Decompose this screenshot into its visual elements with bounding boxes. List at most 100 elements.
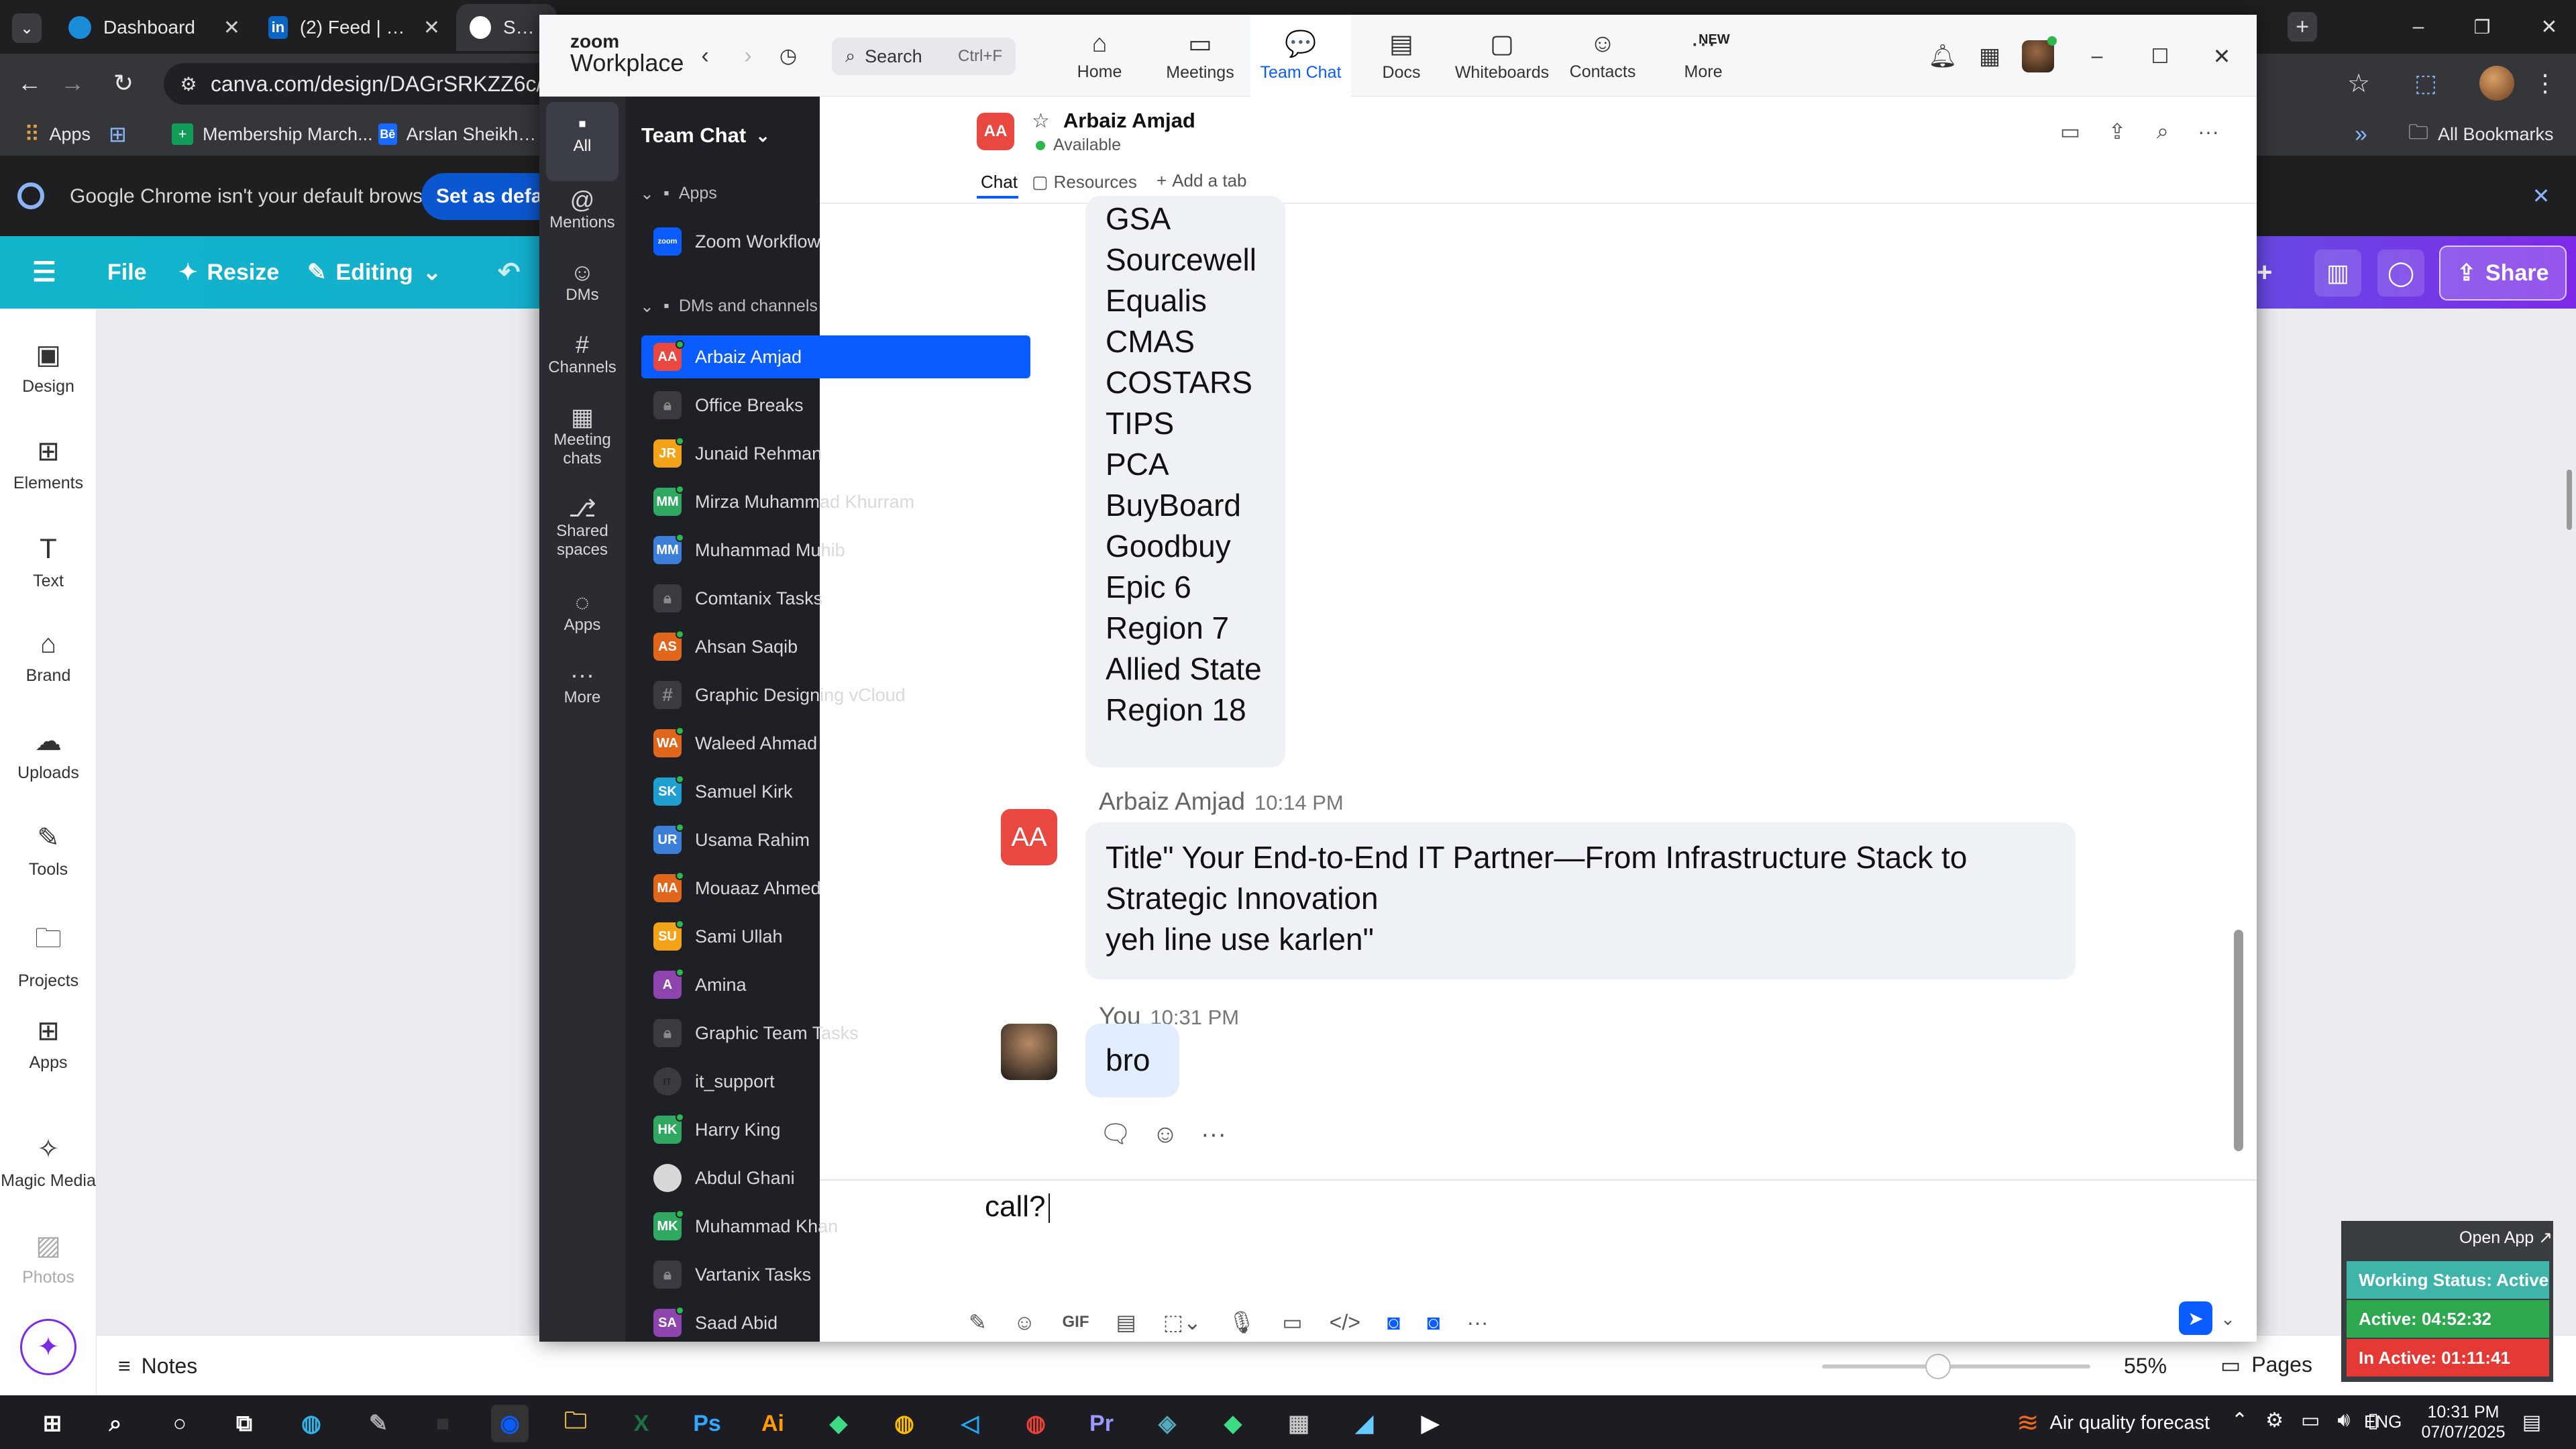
rail-all[interactable]: ▪ All (539, 111, 625, 156)
open-app-link[interactable]: Open App ↗ (2459, 1228, 2553, 1248)
nav-meetings[interactable]: ▭ Meetings (1150, 15, 1250, 97)
section-dms-header[interactable]: ⌄ ▪ DMs and channels (640, 297, 818, 317)
zoom-icon[interactable]: ◉ (491, 1405, 529, 1442)
app-icon-1[interactable]: ◙ (1387, 1310, 1400, 1335)
sender-name[interactable]: Arbaiz Amjad (1099, 788, 1245, 816)
list-title[interactable]: Team Chat ⌄ (641, 123, 770, 148)
back-icon[interactable]: ← (13, 67, 46, 99)
browser-tab-dashboard[interactable]: Dashboard ✕ (55, 4, 254, 51)
canva-menu-icon[interactable]: ☰ (32, 236, 56, 309)
sidebar-magic-media[interactable]: ✧ Magic Media (0, 1134, 97, 1191)
rail-apps[interactable]: ◌ Apps (539, 590, 625, 635)
sidebar-text[interactable]: T Text (0, 533, 97, 591)
history-icon[interactable]: ◷ (774, 42, 802, 70)
list-item-comtanix-tasks[interactable]: 🔒︎ Comtanix Tasks (641, 577, 1030, 620)
bookmark-star-icon[interactable]: ☆ (2341, 66, 2376, 101)
set-default-button[interactable]: Set as default (421, 173, 549, 220)
close-icon[interactable]: ✕ (223, 16, 240, 40)
tray-app-icon[interactable]: ⚙ (2265, 1409, 2284, 1432)
sidebar-tools[interactable]: ✎ Tools (0, 822, 97, 879)
comment-icon[interactable]: ◯ (2377, 250, 2424, 297)
illustrator-icon[interactable]: Ai (754, 1405, 792, 1442)
file-explorer-icon[interactable]: 🗀 (557, 1405, 594, 1442)
canva-scrollbar[interactable] (2567, 470, 2572, 530)
close-icon[interactable]: ✕ (423, 16, 440, 40)
bookmark-apps[interactable]: ⠿ Apps (24, 113, 91, 156)
reply-thread-icon[interactable]: 🗨︎ (1097, 1116, 1134, 1152)
star-icon[interactable]: ☆ (1032, 109, 1050, 133)
reload-icon[interactable]: ↻ (107, 67, 140, 99)
app-blue-icon[interactable]: ◢ (1346, 1405, 1383, 1442)
contact-avatar[interactable]: AA (977, 113, 1014, 150)
close-window-icon[interactable]: ✕ (2529, 12, 2569, 42)
rail-more[interactable]: ··· More (539, 663, 625, 707)
forward-icon[interactable]: → (56, 67, 89, 99)
send-options-icon[interactable]: ⌄ (2216, 1305, 2239, 1332)
calendar-icon[interactable]: ▦ (1975, 42, 2004, 71)
more-actions-icon[interactable]: ··· (1195, 1116, 1232, 1152)
insights-chart-icon[interactable]: ▥ (2314, 250, 2361, 297)
restore-window-icon[interactable]: ❐ (2462, 12, 2502, 42)
list-item-arbaiz-amjad[interactable]: AA Arbaiz Amjad (641, 335, 1030, 378)
nav-whiteboards[interactable]: ▢ Whiteboards (1452, 15, 1552, 97)
zoom-slider-track[interactable] (1822, 1364, 2090, 1368)
bookmark-grid[interactable]: ⊞ (109, 113, 127, 156)
screenshot-icon[interactable]: ⬚⌄ (1163, 1309, 1201, 1335)
nav-more[interactable]: ··· More (1653, 15, 1754, 97)
add-reaction-icon[interactable]: ☺ (1147, 1116, 1183, 1152)
rail-channels[interactable]: # Channels (539, 333, 625, 377)
bell-icon[interactable]: 🔔︎ (1928, 42, 1957, 71)
rail-mentions[interactable]: @ Mentions (539, 188, 625, 232)
vscode-icon[interactable]: ◁ (951, 1405, 989, 1442)
cortana-icon[interactable]: ○ (161, 1405, 199, 1442)
list-item-saad-abid[interactable]: SA Saad Abid (641, 1301, 1030, 1342)
language-indicator[interactable]: ENG (2364, 1411, 2402, 1432)
undo-icon[interactable]: ↶ (498, 236, 521, 309)
windows-start-icon[interactable]: ⊞ (34, 1405, 71, 1442)
search-icon[interactable]: ⌕ (2148, 117, 2178, 146)
profile-avatar[interactable] (2479, 66, 2514, 101)
tab-search-button[interactable]: ⌄ (12, 13, 42, 43)
list-item-graphic-team-tasks[interactable]: 🔒︎ Graphic Team Tasks (641, 1012, 1030, 1055)
weather-widget[interactable]: ≋ Air quality forecast (2017, 1407, 2210, 1438)
list-item-ahsan-saqib[interactable]: AS Ahsan Saqib (641, 625, 1030, 668)
excel-icon[interactable]: X (623, 1405, 660, 1442)
chat-scrollbar[interactable] (2234, 930, 2243, 1151)
premiere-icon[interactable]: Pr (1083, 1405, 1120, 1442)
tab-resources[interactable]: ▢ Resources (1032, 172, 1137, 193)
add-icon[interactable]: + (2257, 236, 2272, 309)
minimize-window-icon[interactable]: – (2398, 12, 2438, 42)
maximize-window-icon[interactable]: ☐ (2145, 42, 2175, 71)
chrome-menu-icon[interactable]: ⋮ (2528, 66, 2563, 101)
back-icon[interactable]: ‹ (691, 42, 719, 70)
task-view-icon[interactable]: ⧉ (225, 1405, 263, 1442)
list-item-muhammad-khan[interactable]: MK Muhammad Khan (641, 1205, 1030, 1248)
bookmark-membership[interactable]: + Membership March... (172, 113, 373, 156)
list-item-mouaaz-ahmed[interactable]: MA Mouaaz Ahmed (641, 867, 1030, 910)
zoom-level[interactable]: 55% (2124, 1354, 2167, 1379)
site-info-icon[interactable]: ⚙ (176, 71, 201, 97)
sidebar-uploads[interactable]: ☁ Uploads (0, 726, 97, 783)
sidebar-elements[interactable]: ⊞ Elements (0, 436, 97, 493)
media-player-icon[interactable]: ▶ (1411, 1405, 1449, 1442)
list-item-usama-rahim[interactable]: UR Usama Rahim (641, 818, 1030, 861)
new-tab-button[interactable]: + (2288, 12, 2317, 42)
nav-contacts[interactable]: ☺ Contacts (1552, 15, 1653, 97)
more-options-icon[interactable]: ··· (2194, 117, 2223, 146)
extensions-icon[interactable]: ⬚ (2408, 66, 2443, 101)
app-teal-icon[interactable]: ◈ (1148, 1405, 1186, 1442)
list-item-muhammad-muhib[interactable]: MM Muhammad Muhib (641, 529, 1030, 572)
search-icon[interactable]: ⌕ (97, 1405, 134, 1442)
chrome-profile-icon[interactable]: ◍ (1017, 1405, 1055, 1442)
list-item-office-breaks[interactable]: 🔒︎ Office Breaks (641, 384, 1030, 427)
tab-add[interactable]: + Add a tab (1157, 170, 1247, 191)
nav-team-chat[interactable]: 💬 Team Chat (1250, 15, 1351, 97)
pen-icon[interactable]: ✎ (360, 1405, 397, 1442)
chevron-up-icon[interactable]: ⌃ (2231, 1409, 2248, 1432)
list-item-junaid-rehman[interactable]: JR Junaid Rehman (641, 432, 1030, 475)
list-item-waleed-ahmad[interactable]: WA Waleed Ahmad (641, 722, 1030, 765)
gif-button[interactable]: GIF (1062, 1313, 1089, 1332)
magic-assistant-icon[interactable]: ✦ (20, 1319, 76, 1375)
sidebar-brand[interactable]: ⌂ Brand (0, 629, 97, 686)
clock[interactable]: 10:31 PM 07/07/2025 (2420, 1402, 2506, 1442)
